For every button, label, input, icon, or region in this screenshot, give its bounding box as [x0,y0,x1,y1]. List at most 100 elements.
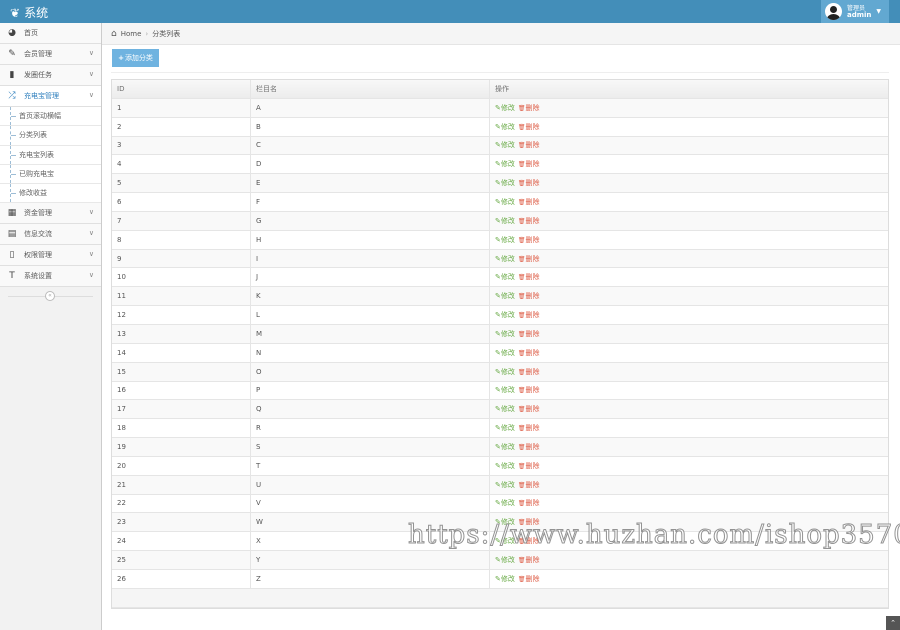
sidebar-item-1[interactable]: ✎ 会员管理 ∨ [0,44,101,65]
delete-link[interactable]: 🗑删除 [518,461,540,471]
submenu-item[interactable]: 已购充电宝 [0,164,101,185]
trash-icon: 🗑 [517,142,526,150]
submenu-item[interactable]: 充电宝列表 [0,145,101,165]
cell-actions: ✎修改 🗑删除 [490,250,888,268]
edit-link[interactable]: ✎修改 [495,159,515,169]
chevron-down-icon: ∨ [88,70,94,78]
home-icon: ⌂ [111,28,117,39]
breadcrumb-home[interactable]: Home [121,30,142,38]
sidebar-item-3[interactable]: ⤮ 充电宝管理 ∨ [0,86,101,107]
delete-link[interactable]: 🗑删除 [518,178,540,188]
delete-link[interactable]: 🗑删除 [518,197,540,207]
scroll-top-button[interactable]: ⌃ [886,616,900,630]
delete-link[interactable]: 🗑删除 [518,140,540,150]
sidebar-item-0[interactable]: ◕ 首页 [0,23,101,44]
delete-link[interactable]: 🗑删除 [518,329,540,339]
delete-link[interactable]: 🗑删除 [518,272,540,282]
delete-link[interactable]: 🗑删除 [518,442,540,452]
edit-link[interactable]: ✎修改 [495,480,515,490]
edit-link[interactable]: ✎修改 [495,385,515,395]
delete-link[interactable]: 🗑删除 [518,404,540,414]
edit-link[interactable]: ✎修改 [495,272,515,282]
user-name: admin [847,10,872,19]
breadcrumb-separator-icon: › [145,29,149,38]
brand[interactable]: ❦ 系统 [10,4,48,21]
edit-link[interactable]: ✎修改 [495,442,515,452]
edit-link[interactable]: ✎修改 [495,178,515,188]
delete-link[interactable]: 🗑删除 [518,310,540,320]
submenu-item[interactable]: 首页滚动横幅 [0,107,101,127]
edit-link[interactable]: ✎修改 [495,235,515,245]
cell-id: 9 [112,249,251,268]
edit-label: 修改 [500,537,515,546]
delete-link[interactable]: 🗑删除 [518,555,540,565]
calendar-icon: ▦ [7,208,17,219]
delete-link[interactable]: 🗑删除 [518,423,540,433]
cell-name: E [251,174,490,193]
sidebar-item-6[interactable]: ▯ 权限管理 ∨ [0,245,101,267]
delete-link[interactable]: 🗑删除 [518,235,540,245]
delete-link[interactable]: 🗑删除 [518,367,540,377]
edit-link[interactable]: ✎修改 [495,574,515,584]
delete-link[interactable]: 🗑删除 [518,517,540,527]
cell-actions: ✎修改 🗑删除 [490,137,888,155]
edit-link[interactable]: ✎修改 [495,404,515,414]
edit-link[interactable]: ✎修改 [495,348,515,358]
edit-link[interactable]: ✎修改 [495,140,515,150]
file-icon: ▯ [9,250,15,261]
submenu-item[interactable]: 分类列表 [0,126,101,146]
cell-id: 1 [112,98,251,117]
edit-link[interactable]: ✎修改 [495,423,515,433]
delete-link[interactable]: 🗑删除 [518,103,540,113]
cell-name: P [251,381,490,400]
edit-link[interactable]: ✎修改 [495,517,515,527]
delete-label: 删除 [525,311,540,320]
delete-link[interactable]: 🗑删除 [518,216,540,226]
cell-name: F [251,193,490,211]
submenu-item[interactable]: 修改收益 [0,184,101,204]
edit-link[interactable]: ✎修改 [495,536,515,546]
double-angle-left-icon[interactable]: « [45,291,55,302]
edit-label: 修改 [500,405,515,414]
cell-actions: ✎修改 🗑删除 [490,99,888,117]
delete-link[interactable]: 🗑删除 [518,159,540,169]
category-table: ID 栏目名 操作 1 A ✎修改 🗑删除 2 B ✎修改 🗑删除 3 C ✎修改 🗑删除 4 D ✎修改 🗑… [111,79,889,609]
user-menu[interactable]: 管理员 admin ▼ [821,0,889,23]
table-row: 22 V ✎修改 🗑删除 [112,494,888,514]
cell-actions: ✎修改 🗑删除 [490,495,888,513]
delete-link[interactable]: 🗑删除 [518,122,540,132]
delete-link[interactable]: 🗑删除 [518,480,540,490]
delete-link[interactable]: 🗑删除 [518,348,540,358]
edit-link[interactable]: ✎修改 [495,197,515,207]
sidebar-item-label: 会员管理 [24,50,52,58]
sidebar-item-2[interactable]: ▮ 发圈任务 ∨ [0,65,101,86]
edit-link[interactable]: ✎修改 [495,291,515,301]
delete-link[interactable]: 🗑删除 [518,498,540,508]
column-header-id[interactable]: ID [112,80,251,98]
edit-link[interactable]: ✎修改 [495,329,515,339]
edit-link[interactable]: ✎修改 [495,555,515,565]
edit-link[interactable]: ✎修改 [495,367,515,377]
sidebar-item-4[interactable]: ▦ 资金管理 ∨ [0,203,101,225]
delete-link[interactable]: 🗑删除 [518,254,540,264]
table-row: 3 C ✎修改 🗑删除 [112,136,888,156]
edit-link[interactable]: ✎修改 [495,216,515,226]
sidebar-item-7[interactable]: T 系统设置 ∨ [0,266,101,288]
trash-icon: 🗑 [517,406,526,414]
cell-id: 23 [112,513,251,532]
delete-link[interactable]: 🗑删除 [518,536,540,546]
edit-link[interactable]: ✎修改 [495,498,515,508]
edit-link[interactable]: ✎修改 [495,122,515,132]
edit-link[interactable]: ✎修改 [495,310,515,320]
edit-link[interactable]: ✎修改 [495,461,515,471]
trash-icon: 🗑 [517,538,526,546]
edit-link[interactable]: ✎修改 [495,103,515,113]
delete-link[interactable]: 🗑删除 [518,574,540,584]
add-category-button[interactable]: + 添加分类 [112,49,159,67]
delete-label: 删除 [525,405,540,414]
column-header-name[interactable]: 栏目名 [251,80,490,98]
edit-link[interactable]: ✎修改 [495,254,515,264]
sidebar-item-5[interactable]: ▤ 信息交流 ∨ [0,224,101,246]
delete-link[interactable]: 🗑删除 [518,291,540,301]
delete-link[interactable]: 🗑删除 [518,385,540,395]
